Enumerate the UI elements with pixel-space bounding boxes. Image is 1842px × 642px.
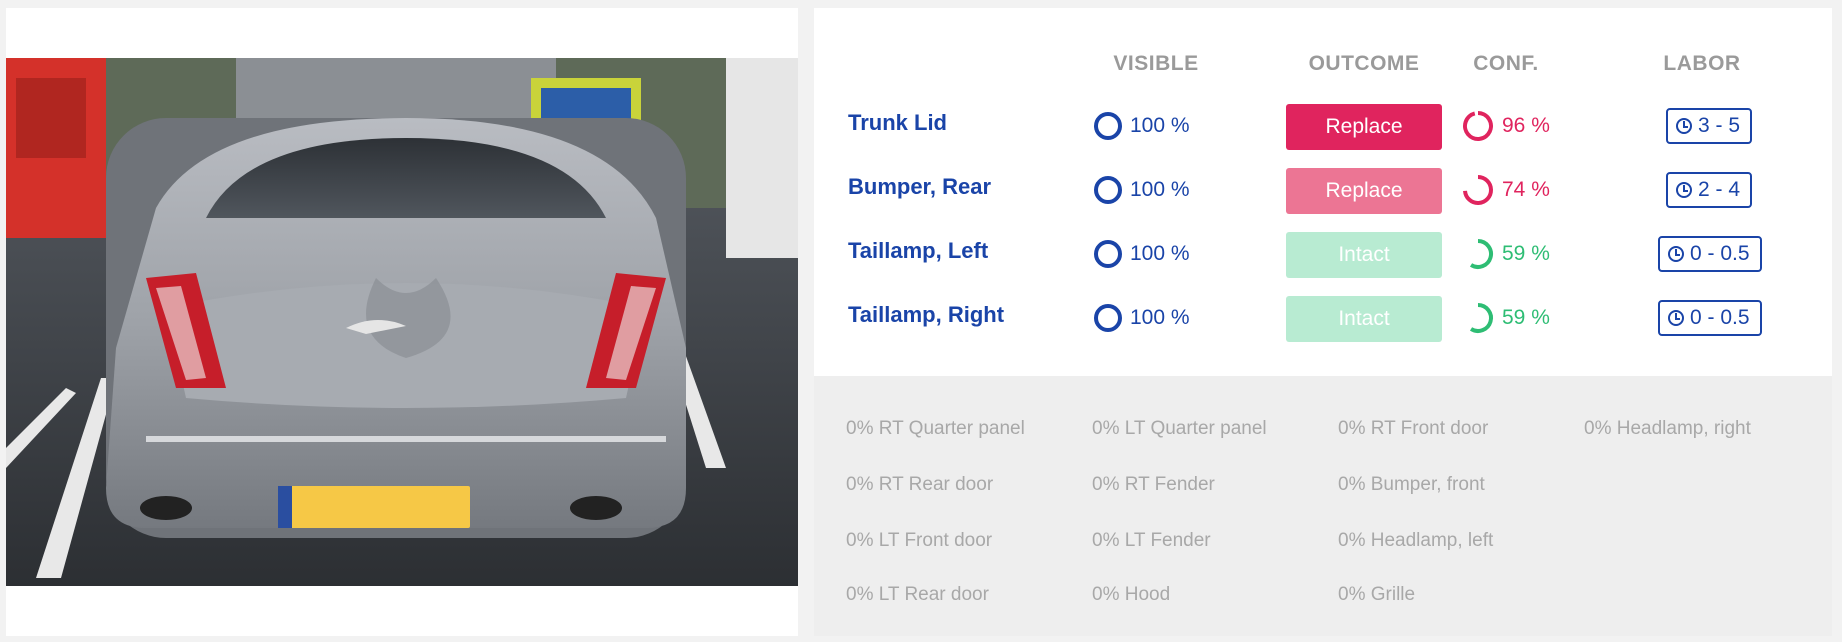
confidence-arc (1469, 239, 1493, 269)
list-item: 0% RT Fender (1092, 474, 1215, 495)
labor-badge[interactable]: 2 - 4 (1666, 172, 1753, 208)
visible-value: 100 % (1130, 114, 1190, 137)
confidence-ring-icon (1469, 239, 1493, 269)
list-item: 0% Hood (1092, 584, 1171, 605)
photo-panel (6, 8, 798, 636)
labor-badge[interactable]: 0 - 0.5 (1658, 236, 1762, 272)
outcome-button[interactable]: Replace (1286, 104, 1442, 150)
table-row: Bumper, Rear 100 % Replace 74 % 2 - 4 (814, 158, 1832, 222)
visible-cell: 100 % (1094, 106, 1190, 146)
clock-icon (1668, 310, 1684, 326)
clock-icon (1676, 182, 1692, 198)
confidence-ring-icon (1469, 303, 1493, 333)
list-item: 0% Bumper, front (1338, 474, 1485, 495)
labor-badge[interactable]: 0 - 0.5 (1658, 300, 1762, 336)
undamaged-parts-list: 0% RT Quarter panel 0% LT Quarter panel … (814, 376, 1832, 636)
list-item: 0% RT Quarter panel (846, 418, 1025, 439)
confidence-value: 59 % (1502, 242, 1550, 265)
confidence-arc (1469, 303, 1493, 333)
vehicle-photo (6, 58, 798, 586)
damaged-car-image (6, 58, 798, 586)
visible-value: 100 % (1130, 178, 1190, 201)
list-item: 0% Headlamp, right (1584, 418, 1751, 439)
confidence-ring-icon (1463, 175, 1493, 205)
list-item: 0% LT Fender (1092, 530, 1211, 551)
confidence-value: 59 % (1502, 306, 1550, 329)
labor-hours: 2 - 4 (1698, 178, 1741, 201)
visible-value: 100 % (1130, 306, 1190, 329)
visibility-ring-icon (1094, 176, 1122, 204)
labor-hours: 3 - 5 (1698, 114, 1741, 137)
part-name[interactable]: Taillamp, Right (848, 302, 1004, 328)
list-item: 0% LT Front door (846, 530, 993, 551)
table-row: Trunk Lid 100 % Replace 96 % 3 - 5 (814, 94, 1832, 158)
confidence-arc (1463, 111, 1493, 141)
confidence-arc (1463, 175, 1493, 205)
confidence-cell: 59 % (1460, 234, 1550, 274)
column-header-visible: VISIBLE (1113, 52, 1199, 75)
list-item: 0% RT Rear door (846, 474, 994, 495)
part-name[interactable]: Trunk Lid (848, 110, 947, 136)
visible-value: 100 % (1130, 242, 1190, 265)
column-header-labor: LABOR (1663, 52, 1741, 75)
visibility-ring-icon (1094, 240, 1122, 268)
confidence-value: 74 % (1502, 178, 1550, 201)
confidence-value: 96 % (1502, 114, 1550, 137)
outcome-button[interactable]: Intact (1286, 232, 1442, 278)
damage-table: VISIBLE OUTCOME CONF. LABOR Trunk Lid 10… (814, 8, 1832, 376)
list-item: 0% LT Rear door (846, 584, 989, 605)
list-item: 0% LT Quarter panel (1092, 418, 1267, 439)
part-name[interactable]: Taillamp, Left (848, 238, 988, 264)
list-item: 0% Grille (1338, 584, 1416, 605)
labor-hours: 0 - 0.5 (1690, 306, 1750, 329)
list-item: 0% RT Front door (1338, 418, 1489, 439)
visibility-ring-icon (1094, 304, 1122, 332)
visibility-ring-icon (1094, 112, 1122, 140)
confidence-cell: 96 % (1460, 106, 1550, 146)
visible-cell: 100 % (1094, 298, 1190, 338)
visible-cell: 100 % (1094, 234, 1190, 274)
confidence-cell: 59 % (1460, 298, 1550, 338)
labor-badge[interactable]: 3 - 5 (1666, 108, 1753, 144)
column-header-conf: CONF. (1473, 52, 1539, 75)
list-item: 0% Headlamp, left (1338, 530, 1494, 551)
part-name[interactable]: Bumper, Rear (848, 174, 991, 200)
results-panel: VISIBLE OUTCOME CONF. LABOR Trunk Lid 10… (814, 8, 1832, 636)
outcome-button[interactable]: Replace (1286, 168, 1442, 214)
confidence-ring-icon (1463, 111, 1493, 141)
table-row: Taillamp, Right 100 % Intact 59 % 0 - 0.… (814, 286, 1832, 350)
visible-cell: 100 % (1094, 170, 1190, 210)
table-row: Taillamp, Left 100 % Intact 59 % 0 - 0.5 (814, 222, 1832, 286)
confidence-cell: 74 % (1460, 170, 1550, 210)
outcome-button[interactable]: Intact (1286, 296, 1442, 342)
clock-icon (1668, 246, 1684, 262)
labor-hours: 0 - 0.5 (1690, 242, 1750, 265)
clock-icon (1676, 118, 1692, 134)
